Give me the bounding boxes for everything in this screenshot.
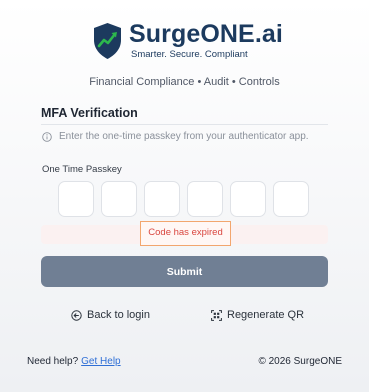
qr-scan-icon bbox=[211, 309, 222, 321]
info-text: Enter the one-time passkey from your aut… bbox=[59, 131, 309, 142]
section-divider bbox=[41, 124, 328, 125]
info-circle-icon bbox=[42, 131, 52, 142]
mfa-page: SurgeONE.ai Smarter. Secure. Compliant F… bbox=[0, 0, 369, 392]
circle-arrow-left-icon bbox=[71, 309, 82, 321]
otp-digit-2[interactable] bbox=[101, 181, 137, 217]
regenerate-qr-label: Regenerate QR bbox=[227, 309, 305, 321]
brand-logo: SurgeONE.ai Smarter. Secure. Compliant bbox=[92, 20, 283, 60]
back-to-login-link[interactable]: Back to login bbox=[71, 309, 150, 321]
otp-digit-4[interactable] bbox=[187, 181, 223, 217]
shield-chart-icon bbox=[94, 23, 121, 59]
brand-name-accent: ONE.ai bbox=[200, 20, 283, 48]
error-message: Code has expired bbox=[140, 221, 231, 246]
otp-digit-6[interactable] bbox=[273, 181, 309, 217]
brand-tagline: Smarter. Secure. Compliant bbox=[131, 49, 248, 60]
copyright-text: © 2026 SurgeONE bbox=[258, 356, 342, 367]
otp-digit-1[interactable] bbox=[58, 181, 94, 217]
info-message: Enter the one-time passkey from your aut… bbox=[42, 131, 309, 142]
otp-digit-5[interactable] bbox=[230, 181, 266, 217]
submit-button[interactable]: Submit bbox=[41, 256, 328, 287]
brand-name: SurgeONE.ai bbox=[129, 20, 283, 48]
back-to-login-label: Back to login bbox=[87, 309, 150, 321]
get-help-link[interactable]: Get Help bbox=[81, 356, 120, 367]
regenerate-qr-link[interactable]: Regenerate QR bbox=[211, 309, 304, 321]
help-text: Need help? bbox=[27, 356, 79, 367]
footer-help: Need help? Get Help bbox=[27, 356, 121, 367]
otp-label: One Time Passkey bbox=[42, 164, 122, 175]
mfa-title: MFA Verification bbox=[41, 106, 138, 120]
page-subtitle: Financial Compliance • Audit • Controls bbox=[89, 76, 280, 88]
brand-name-main: Surge bbox=[129, 20, 201, 48]
otp-digit-3[interactable] bbox=[144, 181, 180, 217]
